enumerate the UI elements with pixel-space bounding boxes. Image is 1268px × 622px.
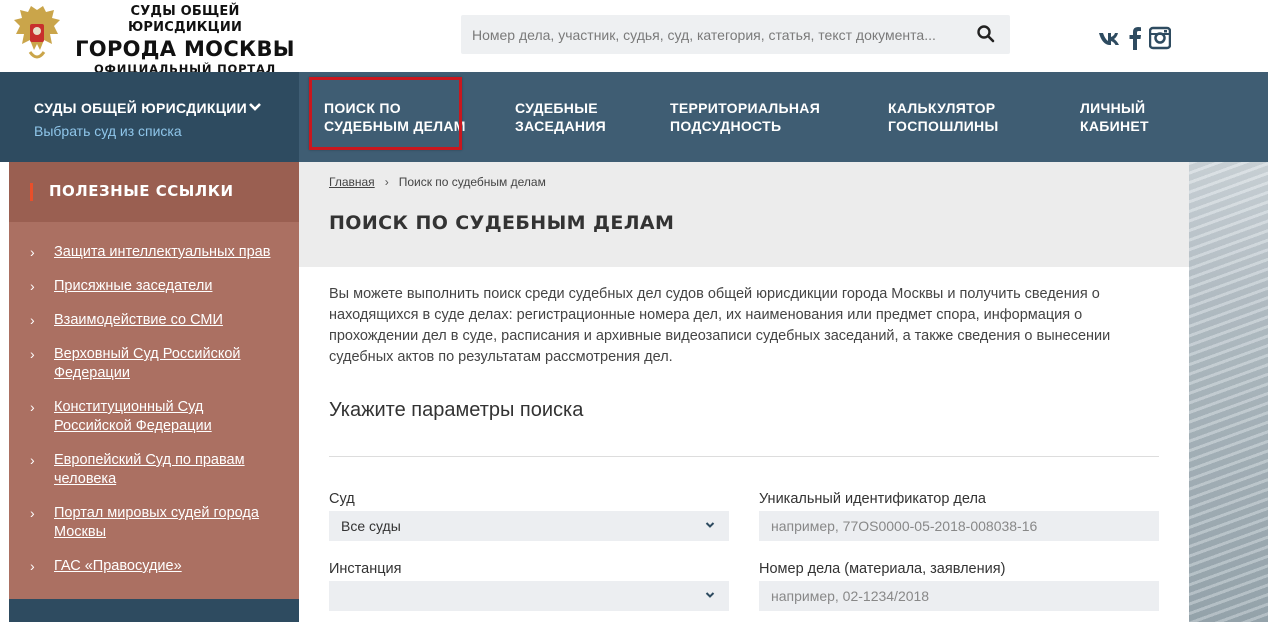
chevron-right-icon: ›: [30, 558, 35, 574]
highlight-frame: [309, 77, 462, 150]
main-content: Главная › Поиск по судебным делам ПОИСК ПО…: [299, 162, 1189, 622]
nav-fee-calculator[interactable]: КАЛЬКУЛЯТОР ГОСПОШЛИНЫ: [888, 72, 998, 162]
chevron-right-icon: ›: [30, 346, 35, 362]
uid-label: Уникальный идентификатор дела: [759, 491, 986, 507]
sidebar-link[interactable]: › Присяжные заседатели: [30, 277, 290, 296]
logo-line-2: ГОРОДА МОСКВЫ: [75, 37, 295, 61]
case-number-placeholder: например, 02-1234/2018: [771, 588, 930, 604]
intro-text: Вы можете выполнить поиск среди судебных…: [329, 286, 1111, 365]
court-selector-link[interactable]: Выбрать суд из списка: [34, 123, 182, 139]
court-selector-title: СУДЫ ОБЩЕЙ ЮРИСДИКЦИИ: [34, 100, 247, 116]
case-number-label: Номер дела (материала, заявления): [759, 561, 1006, 577]
sidebar-accent-bar: [30, 183, 33, 201]
search-params-heading: Укажите параметры поиска: [329, 399, 584, 421]
sidebar-link-text[interactable]: ГАС «Правосудие»: [54, 557, 290, 576]
instagram-icon[interactable]: [1149, 26, 1171, 50]
uid-placeholder: например, 77OS0000-05-2018-008038-16: [771, 518, 1038, 534]
sidebar-link[interactable]: › Верховный Суд Российской Федерации: [30, 345, 290, 383]
chevron-down-icon: [705, 592, 715, 598]
sidebar-link-text[interactable]: Европейский Суд по правам человека: [54, 451, 259, 489]
sidebar-link-text[interactable]: Защита интеллектуальных прав: [54, 243, 290, 262]
chevron-right-icon: ›: [30, 312, 35, 328]
chevron-down-icon: [705, 522, 715, 528]
chevron-right-icon: ›: [30, 399, 35, 415]
sidebar-link[interactable]: › Портал мировых судей города Москвы: [30, 504, 290, 542]
nav-label-line2: КАБИНЕТ: [1080, 118, 1149, 134]
sidebar-link-text[interactable]: Конституционный Суд Российской Федерации: [54, 398, 234, 436]
sidebar-link[interactable]: › ГАС «Правосудие»: [30, 557, 290, 576]
nav-label-line1: КАЛЬКУЛЯТОР: [888, 100, 996, 116]
search-input[interactable]: [461, 15, 961, 54]
site-header: СУДЫ ОБЩЕЙ ЮРИСДИКЦИИ ГОРОДА МОСКВЫ ОФИЦ…: [0, 0, 1268, 76]
sidebar-link-text[interactable]: Верховный Суд Российской Федерации: [54, 345, 254, 383]
sidebar-link[interactable]: › Конституционный Суд Российской Федераци…: [30, 398, 290, 436]
case-number-input[interactable]: например, 02-1234/2018: [759, 581, 1159, 611]
sidebar-link[interactable]: › Защита интеллектуальных прав: [30, 243, 290, 262]
court-select[interactable]: Все суды: [329, 511, 729, 541]
nav-territorial-jurisdiction[interactable]: ТЕРРИТОРИАЛЬНАЯ ПОДСУДНОСТЬ: [670, 72, 820, 162]
breadcrumb: Главная › Поиск по судебным делам: [329, 175, 546, 189]
search-icon[interactable]: [976, 24, 996, 44]
court-label: Суд: [329, 491, 355, 507]
breadcrumb-current: Поиск по судебным делам: [398, 175, 546, 189]
coat-of-arms-icon[interactable]: [10, 4, 64, 64]
chevron-right-icon: ›: [30, 505, 35, 521]
chevron-right-icon: ›: [30, 278, 35, 294]
sidebar-footer-bar: [9, 599, 299, 622]
sidebar-link-text[interactable]: Портал мировых судей города Москвы: [54, 504, 269, 542]
background-photo: [1189, 162, 1268, 622]
uid-input[interactable]: например, 77OS0000-05-2018-008038-16: [759, 511, 1159, 541]
useful-links-sidebar: ПОЛЕЗНЫЕ ССЫЛКИ › Защита интеллектуальных…: [9, 162, 299, 599]
nav-label-line2: ГОСПОШЛИНЫ: [888, 118, 999, 134]
nav-label-line1: ЛИЧНЫЙ: [1080, 100, 1146, 116]
nav-label-line1: ТЕРРИТОРИАЛЬНАЯ: [670, 100, 821, 116]
breadcrumb-home-link[interactable]: Главная: [329, 175, 375, 189]
logo-line-1: СУДЫ ОБЩЕЙ ЮРИСДИКЦИИ: [127, 4, 243, 35]
facebook-icon[interactable]: [1128, 26, 1142, 50]
nav-personal-account[interactable]: ЛИЧНЫЙ КАБИНЕТ: [1080, 72, 1149, 162]
instance-label: Инстанция: [329, 561, 402, 577]
nav-label-line2: ПОДСУДНОСТЬ: [670, 118, 782, 134]
chevron-right-icon: ›: [30, 452, 35, 468]
main-navigation: СУДЫ ОБЩЕЙ ЮРИСДИКЦИИ Выбрать суд из спи…: [0, 72, 1268, 162]
page-header: Главная › Поиск по судебным делам ПОИСК ПО…: [299, 162, 1189, 267]
page-title: ПОИСК ПО СУДЕБНЫМ ДЕЛАМ: [329, 212, 675, 234]
nav-court-sessions[interactable]: СУДЕБНЫЕ ЗАСЕДАНИЯ: [515, 72, 606, 162]
sidebar-link-text[interactable]: Присяжные заседатели: [54, 277, 290, 296]
chevron-right-icon: ›: [30, 244, 35, 260]
sidebar-title: ПОЛЕЗНЫЕ ССЫЛКИ: [49, 182, 234, 200]
nav-label-line2: ЗАСЕДАНИЯ: [515, 118, 606, 134]
sidebar-header: ПОЛЕЗНЫЕ ССЫЛКИ: [9, 162, 299, 222]
instance-select[interactable]: [329, 581, 729, 611]
breadcrumb-separator-icon: ›: [384, 175, 389, 189]
sidebar-link[interactable]: › Взаимодействие со СМИ: [30, 311, 290, 330]
court-select-value: Все суды: [341, 518, 401, 534]
chevron-down-icon[interactable]: [248, 102, 262, 112]
sidebar-link[interactable]: › Европейский Суд по правам человека: [30, 451, 290, 489]
court-selector[interactable]: СУДЫ ОБЩЕЙ ЮРИСДИКЦИИ Выбрать суд из спи…: [0, 72, 299, 162]
sidebar-link-text[interactable]: Взаимодействие со СМИ: [54, 311, 290, 330]
vk-icon[interactable]: [1098, 26, 1122, 50]
nav-label-line1: СУДЕБНЫЕ: [515, 100, 598, 116]
site-logo[interactable]: СУДЫ ОБЩЕЙ ЮРИСДИКЦИИ ГОРОДА МОСКВЫ ОФИЦ…: [72, 4, 298, 76]
divider: [329, 456, 1159, 457]
search-bar: [461, 15, 1010, 54]
